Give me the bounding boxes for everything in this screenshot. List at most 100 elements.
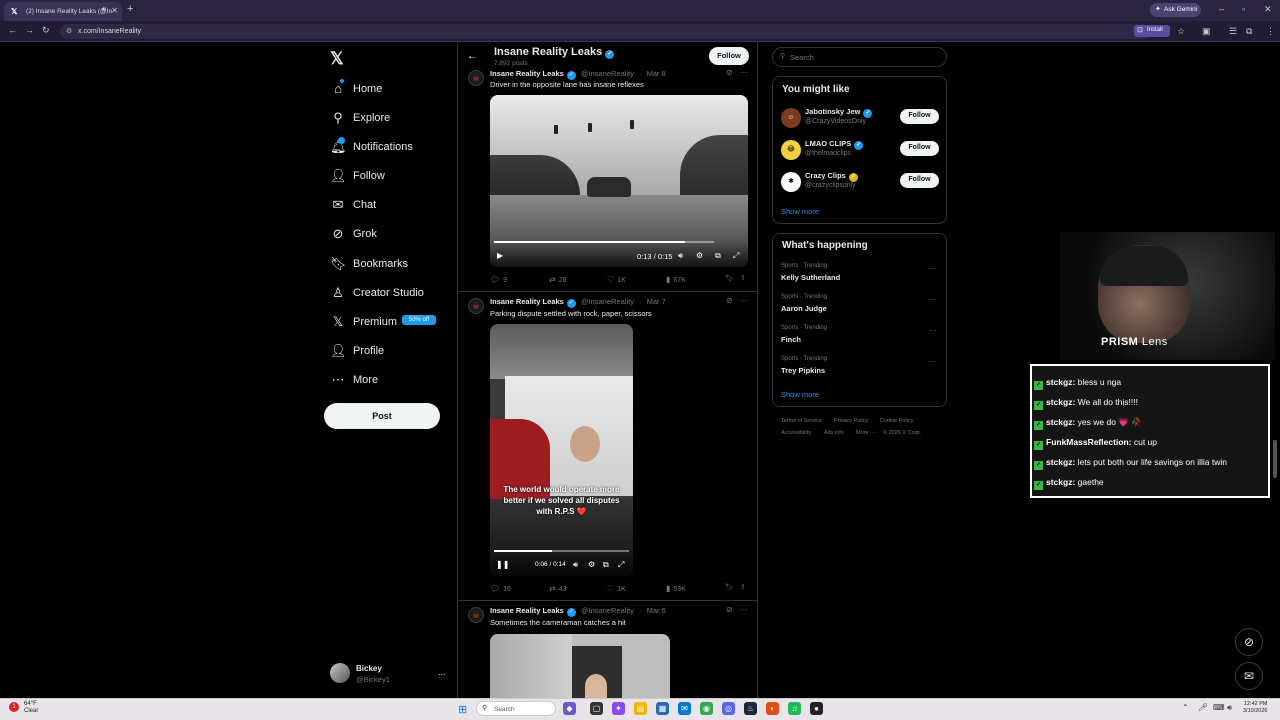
- trend-name[interactable]: Aaron Judge: [781, 304, 827, 313]
- maximize-icon[interactable]: ▫: [1242, 4, 1245, 14]
- more-icon[interactable]: ···: [929, 326, 937, 335]
- app-icon[interactable]: ●: [810, 702, 823, 715]
- new-tab-button[interactable]: +: [127, 3, 133, 15]
- forward-icon[interactable]: →: [25, 25, 34, 35]
- nav-item-grok[interactable]: ⊘ Grok: [330, 224, 430, 246]
- avatar[interactable]: ☠: [468, 70, 484, 86]
- account-handle[interactable]: @Bickey1: [356, 675, 390, 684]
- author-handle[interactable]: @InsaneReality: [581, 606, 634, 615]
- nav-item-home[interactable]: ⌂ Home: [330, 79, 430, 101]
- fullscreen-icon[interactable]: ⤢: [618, 560, 624, 570]
- account-menu-icon[interactable]: ...: [438, 667, 446, 677]
- footer-link[interactable]: More ···: [856, 430, 876, 436]
- extensions-icon[interactable]: ⧉: [1246, 26, 1252, 37]
- menu-icon[interactable]: ⋮: [1266, 26, 1275, 37]
- messages-icon[interactable]: ✉: [1235, 662, 1263, 690]
- trend-name[interactable]: Trey Pipkins: [781, 366, 825, 375]
- close-window-icon[interactable]: ✕: [1264, 4, 1272, 15]
- account-name[interactable]: Bickey: [356, 664, 382, 673]
- microphone-icon[interactable]: 🎤︎: [1198, 703, 1208, 712]
- tab-search-icon[interactable]: ☰: [1229, 26, 1237, 37]
- views-button[interactable]: ▮ 67K: [666, 275, 686, 284]
- tray-expand-icon[interactable]: ⌃: [1182, 703, 1189, 712]
- footer-link[interactable]: Terms of Service: [781, 418, 822, 424]
- reload-icon[interactable]: ↻: [42, 25, 50, 36]
- footer-link[interactable]: Ads info: [824, 430, 844, 436]
- pip-icon[interactable]: ⧉: [715, 251, 721, 261]
- follow-button[interactable]: Follow: [900, 173, 939, 188]
- follow-button[interactable]: Follow: [900, 109, 939, 124]
- repost-button[interactable]: ⇄ 28: [549, 275, 567, 284]
- like-button[interactable]: ♡ 1K: [607, 275, 626, 284]
- avatar[interactable]: ☠: [468, 607, 484, 623]
- mail-icon[interactable]: ✉: [678, 702, 691, 715]
- grok-icon[interactable]: ⊘: [1235, 628, 1263, 656]
- footer-link[interactable]: Privacy Policy: [834, 418, 868, 424]
- more-icon[interactable]: ···: [929, 357, 937, 366]
- grok-icon[interactable]: ⊘: [726, 296, 733, 305]
- share-icon[interactable]: ⇪: [740, 583, 746, 591]
- nav-item-more[interactable]: ⋯ More: [330, 370, 430, 392]
- more-icon[interactable]: ···: [740, 605, 748, 614]
- author-name[interactable]: Insane Reality Leaks: [490, 606, 564, 615]
- install-button[interactable]: ⊡ Install: [1134, 25, 1170, 37]
- more-icon[interactable]: ···: [740, 68, 748, 77]
- avatar[interactable]: ☠: [468, 298, 484, 314]
- spotify-icon[interactable]: ♫: [788, 702, 801, 715]
- nav-item-creator-studio[interactable]: ♙ Creator Studio: [330, 283, 430, 305]
- post-button[interactable]: Post: [324, 403, 440, 429]
- back-arrow-icon[interactable]: ←: [467, 50, 478, 62]
- fullscreen-icon[interactable]: ⤢: [733, 251, 739, 261]
- suggestion-handle[interactable]: @crazyclipsonly: [805, 182, 856, 189]
- ask-gemini-button[interactable]: ✦ Ask Gemini: [1150, 3, 1201, 17]
- reply-button[interactable]: 💬︎ 9: [490, 275, 507, 284]
- footer-link[interactable]: Accessibility: [781, 430, 811, 436]
- more-icon[interactable]: ···: [740, 296, 748, 305]
- nav-item-follow[interactable]: 👤︎ Follow: [330, 166, 430, 188]
- tweet-date[interactable]: Mar 6: [647, 606, 666, 615]
- discord-icon[interactable]: ◎: [722, 702, 735, 715]
- volume-icon[interactable]: 🔊︎: [573, 560, 578, 570]
- grok-icon[interactable]: ⊘: [726, 605, 733, 614]
- grok-icon[interactable]: ⊘: [726, 68, 733, 77]
- avatar[interactable]: [330, 663, 350, 683]
- footer-link[interactable]: © 2026 X Corp.: [883, 430, 921, 436]
- back-icon[interactable]: ←: [8, 25, 17, 35]
- avatar[interactable]: ☺: [781, 108, 801, 128]
- weather-widget[interactable]: 64°F Clear: [24, 701, 38, 715]
- suggestion-handle[interactable]: @CrazyVideosOnly: [805, 118, 866, 125]
- author-handle[interactable]: @InsaneReality: [581, 297, 634, 306]
- follow-button[interactable]: Follow: [709, 47, 749, 65]
- like-button[interactable]: ♡ 1K: [607, 584, 626, 593]
- steam-icon[interactable]: ♨: [744, 702, 757, 715]
- file-explorer-icon[interactable]: ▤: [634, 702, 647, 715]
- play-icon[interactable]: ▶: [497, 251, 503, 260]
- show-more-link[interactable]: Show more: [781, 207, 819, 216]
- url-field[interactable]: ⚙ x.com/InsaneReality: [60, 24, 1150, 39]
- chrome-icon[interactable]: ◉: [700, 702, 713, 715]
- reply-button[interactable]: 💬︎ 16: [490, 584, 511, 593]
- scrollbar[interactable]: [1273, 440, 1277, 478]
- tweet-date[interactable]: Mar 8: [647, 69, 666, 78]
- footer-link[interactable]: Cookie Policy: [880, 418, 913, 424]
- trend-name[interactable]: Finch: [781, 335, 801, 344]
- tweet-video[interactable]: The world would operate more better if w…: [490, 324, 633, 576]
- repost-button[interactable]: ⇄ 43: [549, 584, 567, 593]
- network-icon[interactable]: ⌨: [1213, 703, 1225, 712]
- more-icon[interactable]: ···: [929, 264, 937, 273]
- author-name[interactable]: Insane Reality Leaks: [490, 69, 564, 78]
- site-info-icon[interactable]: ⚙: [66, 27, 72, 35]
- close-icon[interactable]: ✕: [111, 6, 118, 15]
- taskbar-search[interactable]: ⚲ Search: [476, 701, 556, 716]
- bookmark-icon[interactable]: 🔖︎: [725, 583, 734, 591]
- sidebar-icon[interactable]: ▣: [1202, 26, 1211, 37]
- tweet-video[interactable]: ▶ 0:13 / 0:15 🔊︎ ⚙ ⧉ ⤢: [490, 95, 748, 267]
- pip-icon[interactable]: ⧉: [603, 560, 609, 570]
- suggestion-name[interactable]: LMAO CLIPS ✓: [805, 139, 864, 150]
- author-handle[interactable]: @InsaneReality: [581, 69, 634, 78]
- minimize-icon[interactable]: –: [1219, 4, 1224, 14]
- author-name[interactable]: Insane Reality Leaks: [490, 297, 564, 306]
- nav-item-chat[interactable]: ✉ Chat: [330, 195, 430, 217]
- bookmark-star-icon[interactable]: ☆: [1177, 26, 1185, 37]
- nav-item-explore[interactable]: ⚲ Explore: [330, 108, 430, 130]
